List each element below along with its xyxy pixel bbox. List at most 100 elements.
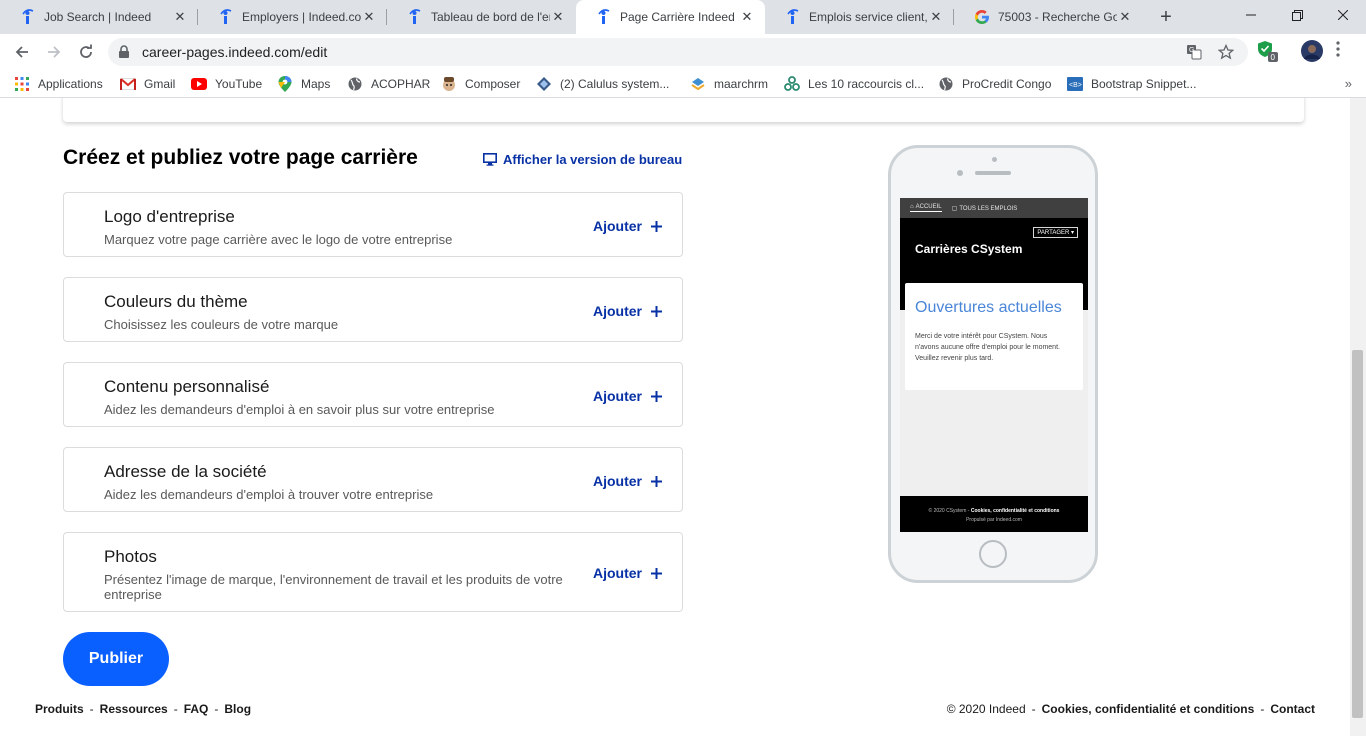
section-card-logo[interactable]: Logo d'entreprise Marquez votre page car… [63,192,683,257]
tab-customer-service-jobs[interactable]: Emplois service client, e ✕ [765,0,954,34]
preview-share-button: PARTAGER ▾ [1033,227,1078,238]
page-content: Créez et publiez votre page carrière Aff… [0,98,1350,736]
close-tab-icon[interactable]: ✕ [361,9,377,25]
tab-job-search[interactable]: Job Search | Indeed ✕ [0,0,198,34]
url-text: career-pages.indeed.com/edit [142,44,328,60]
section-title: Contenu personnalisé [104,377,270,396]
bookmark-calulus[interactable]: (2) Calulus system... [536,74,669,94]
tab-title: Page Carrière Indeed [620,10,735,24]
profile-avatar[interactable] [1300,39,1324,68]
mobile-preview-phone: ⌂ ACCUEIL ▢ TOUS LES EMPLOIS PARTAGER ▾ Ca… [888,145,1098,583]
footer-separator: - [1031,702,1036,716]
footer-link-faq[interactable]: FAQ [184,702,209,716]
page-title: Créez et publiez votre page carrière [63,146,418,169]
add-label: Ajouter [593,303,642,319]
bookmarks-overflow-button[interactable]: » [1345,76,1352,91]
desktop-version-label: Afficher la version de bureau [503,152,683,167]
tab-employers[interactable]: Employers | Indeed.com ✕ [198,0,387,34]
add-label: Ajouter [593,218,642,234]
footer-link-products[interactable]: Produits [35,702,84,716]
svg-text:G: G [1189,47,1194,54]
close-window-icon[interactable] [1320,0,1366,30]
section-card-colors[interactable]: Couleurs du thème Choisissez les couleur… [63,277,683,342]
footer-link-blog[interactable]: Blog [224,702,251,716]
section-card-address[interactable]: Adresse de la société Aidez les demandeu… [63,447,683,512]
bookmark-maarchrm[interactable]: maarchrm [690,74,768,94]
footer-separator: - [173,702,178,716]
chrome-menu-icon[interactable] [1336,41,1340,62]
tab-google-search[interactable]: 75003 - Recherche Goo ✕ [954,0,1143,34]
tab-title: Emplois service client, e [809,10,928,24]
add-photos-button[interactable]: Ajouter [593,565,662,581]
section-description: Aidez les demandeurs d'emploi à en savoi… [104,402,495,417]
add-logo-button[interactable]: Ajouter [593,218,662,234]
reload-icon[interactable] [72,38,100,66]
close-tab-icon[interactable]: ✕ [172,9,188,25]
bookmark-youtube[interactable]: YouTube [191,74,262,94]
tab-career-page[interactable]: Page Carrière Indeed ✕ [576,0,765,34]
restore-window-icon[interactable] [1274,0,1320,30]
close-tab-icon[interactable]: ✕ [928,9,944,25]
translate-icon[interactable]: G [1186,44,1202,60]
page-scrollbar[interactable] [1350,98,1366,736]
bookmark-label: maarchrm [714,77,769,91]
footer-separator: - [1260,702,1265,716]
add-label: Ajouter [593,388,642,404]
calculus-icon [536,76,552,92]
add-address-button[interactable]: Ajouter [593,473,662,489]
indeed-icon [596,9,612,25]
bookmark-raccourcis[interactable]: Les 10 raccourcis cl... [784,74,924,94]
footer-link-legal[interactable]: Cookies, confidentialité et conditions [1042,702,1255,716]
extension-shield-icon[interactable]: 0 [1257,40,1279,69]
maarch-icon [690,76,706,92]
tab-dashboard[interactable]: Tableau de bord de l'em ✕ [387,0,576,34]
footer-links: Produits - Ressources - FAQ - Blog [35,702,251,716]
forward-arrow-icon[interactable] [40,38,68,66]
scrollbar-thumb[interactable] [1352,350,1363,718]
google-icon [974,9,990,25]
monitor-icon [483,153,497,166]
bookmark-star-icon[interactable] [1217,43,1235,60]
close-tab-icon[interactable]: ✕ [1117,9,1133,25]
minimize-window-icon[interactable] [1228,0,1274,30]
footer-legal: © 2020 Indeed - Cookies, confidentialité… [947,702,1315,716]
section-title: Logo d'entreprise [104,207,235,226]
lock-icon [118,45,130,64]
preview-footer-copy: © 2020 CSystem [928,508,967,514]
bookmark-procredit[interactable]: ProCredit Congo [938,74,1051,94]
gmail-icon [120,76,136,92]
tab-title: 75003 - Recherche Goo [998,10,1117,24]
preview-nav-jobs: ▢ TOUS LES EMPLOIS [952,205,1018,212]
publish-button[interactable]: Publier [63,632,169,686]
add-content-button[interactable]: Ajouter [593,388,662,404]
footer-link-resources[interactable]: Ressources [100,702,168,716]
bookmark-label: Gmail [144,77,176,91]
close-tab-icon[interactable]: ✕ [739,9,755,25]
bookmark-maps[interactable]: Maps [277,74,330,94]
close-tab-icon[interactable]: ✕ [550,9,566,25]
bookmark-applications[interactable]: Applications [14,74,103,94]
preview-nav-label: TOUS LES EMPLOIS [959,205,1018,212]
bookmark-acophar[interactable]: ACOPHAR [347,74,430,94]
back-arrow-icon[interactable] [8,38,36,66]
bookmark-composer[interactable]: Composer [441,74,520,94]
phone-home-button [979,540,1007,568]
section-card-custom-content[interactable]: Contenu personnalisé Aidez les demandeur… [63,362,683,427]
add-colors-button[interactable]: Ajouter [593,303,662,319]
plus-icon [651,390,662,402]
briefcase-icon: ▢ [951,205,958,212]
plus-icon [651,305,662,317]
bookmark-bootstrap[interactable]: <B> Bootstrap Snippet... [1067,74,1196,94]
desktop-version-link[interactable]: Afficher la version de bureau [483,152,682,167]
address-bar[interactable]: career-pages.indeed.com/edit G [108,38,1248,66]
footer-link-contact[interactable]: Contact [1270,702,1315,716]
section-card-photos[interactable]: Photos Présentez l'image de marque, l'en… [63,532,683,612]
bookmark-label: Maps [301,77,331,91]
browser-toolbar: career-pages.indeed.com/edit G 0 [0,34,1366,70]
bookmark-gmail[interactable]: Gmail [120,74,175,94]
bookmark-label: YouTube [215,77,263,91]
new-tab-button[interactable]: + [1154,5,1178,29]
preview-screen: ⌂ ACCUEIL ▢ TOUS LES EMPLOIS PARTAGER ▾ Ca… [900,198,1088,532]
tab-title: Job Search | Indeed [44,10,152,24]
preview-nav-home: ⌂ ACCUEIL [910,204,942,212]
